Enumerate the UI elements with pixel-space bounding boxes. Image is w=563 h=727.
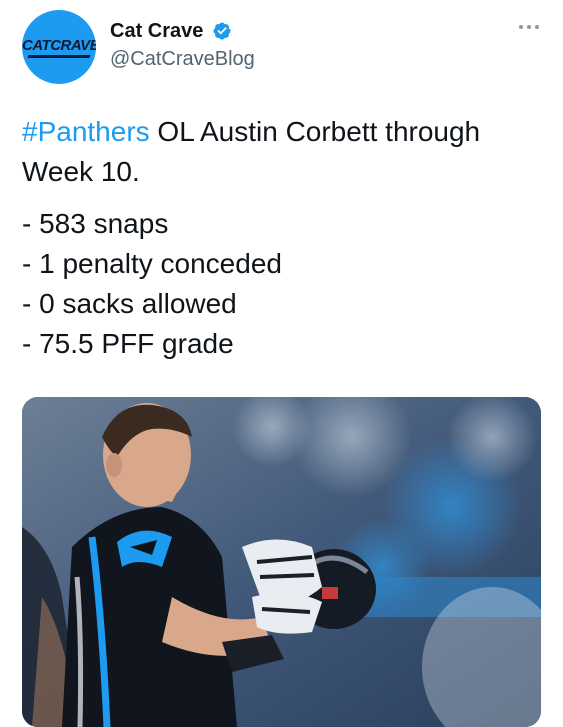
tweet-headline: #Panthers OL Austin Corbett through Week… [22, 112, 542, 192]
stat-item: - 0 sacks allowed [22, 288, 237, 319]
avatar-logo-underline [27, 55, 91, 58]
avatar[interactable]: CATCRAVE [22, 10, 96, 84]
stat-item: - 1 penalty conceded [22, 248, 282, 279]
tweet-text: #Panthers OL Austin Corbett through Week… [22, 112, 542, 364]
tweet-card: CATCRAVE Cat Crave @CatCraveBlog #Panthe… [0, 0, 563, 727]
player-photo-illustration [22, 397, 541, 727]
hashtag-link[interactable]: #Panthers [22, 116, 150, 147]
tweet-photo[interactable] [22, 397, 541, 727]
stats-list: - 583 snaps - 1 penalty conceded - 0 sac… [22, 204, 542, 364]
stat-item: - 583 snaps [22, 208, 169, 239]
tweet-header: CATCRAVE Cat Crave @CatCraveBlog [22, 8, 542, 86]
more-dots-icon[interactable] [518, 22, 540, 32]
avatar-logo-text: CATCRAVE [22, 37, 96, 54]
stat-item: - 75.5 PFF grade [22, 328, 234, 359]
display-name[interactable]: Cat Crave [110, 18, 203, 44]
verified-badge-icon [213, 22, 231, 40]
account-names: Cat Crave @CatCraveBlog [110, 18, 255, 72]
account-handle[interactable]: @CatCraveBlog [110, 46, 255, 72]
